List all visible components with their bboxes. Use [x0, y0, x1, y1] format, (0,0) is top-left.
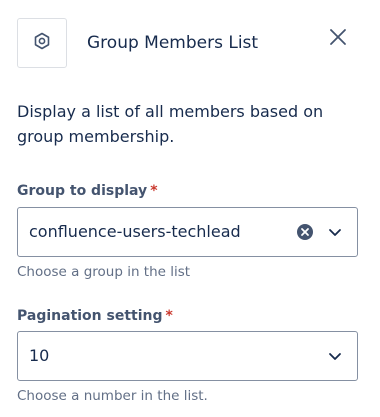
- clear-selection-icon[interactable]: [296, 223, 314, 241]
- pagination-helper-text: Choose a number in the list.: [17, 388, 208, 404]
- pagination-label-text: Pagination setting: [17, 308, 163, 324]
- group-select[interactable]: confluence-users-techlead: [17, 207, 358, 257]
- close-button[interactable]: [324, 25, 352, 53]
- chevron-down-icon[interactable]: [325, 222, 345, 242]
- group-select-value: confluence-users-techlead: [29, 222, 241, 241]
- pagination-select[interactable]: 10: [17, 331, 358, 381]
- required-indicator: *: [165, 308, 173, 324]
- macro-icon-tile: [17, 18, 67, 68]
- pagination-select-value: 10: [29, 346, 50, 365]
- group-label-text: Group to display: [17, 183, 148, 199]
- macro-description: Display a list of all members based on g…: [17, 102, 324, 146]
- close-icon[interactable]: [329, 28, 347, 50]
- macro-config-panel: Group Members List Display a list of all…: [0, 0, 380, 417]
- panel-header: Group Members List: [0, 0, 380, 86]
- hexagon-icon: [33, 32, 51, 54]
- chevron-down-icon[interactable]: [325, 346, 345, 366]
- group-helper-text: Choose a group in the list: [17, 264, 191, 280]
- panel-title: Group Members List: [87, 33, 259, 53]
- required-indicator: *: [150, 183, 158, 199]
- pagination-field-label: Pagination setting *: [17, 307, 173, 325]
- group-field-label: Group to display *: [17, 182, 158, 200]
